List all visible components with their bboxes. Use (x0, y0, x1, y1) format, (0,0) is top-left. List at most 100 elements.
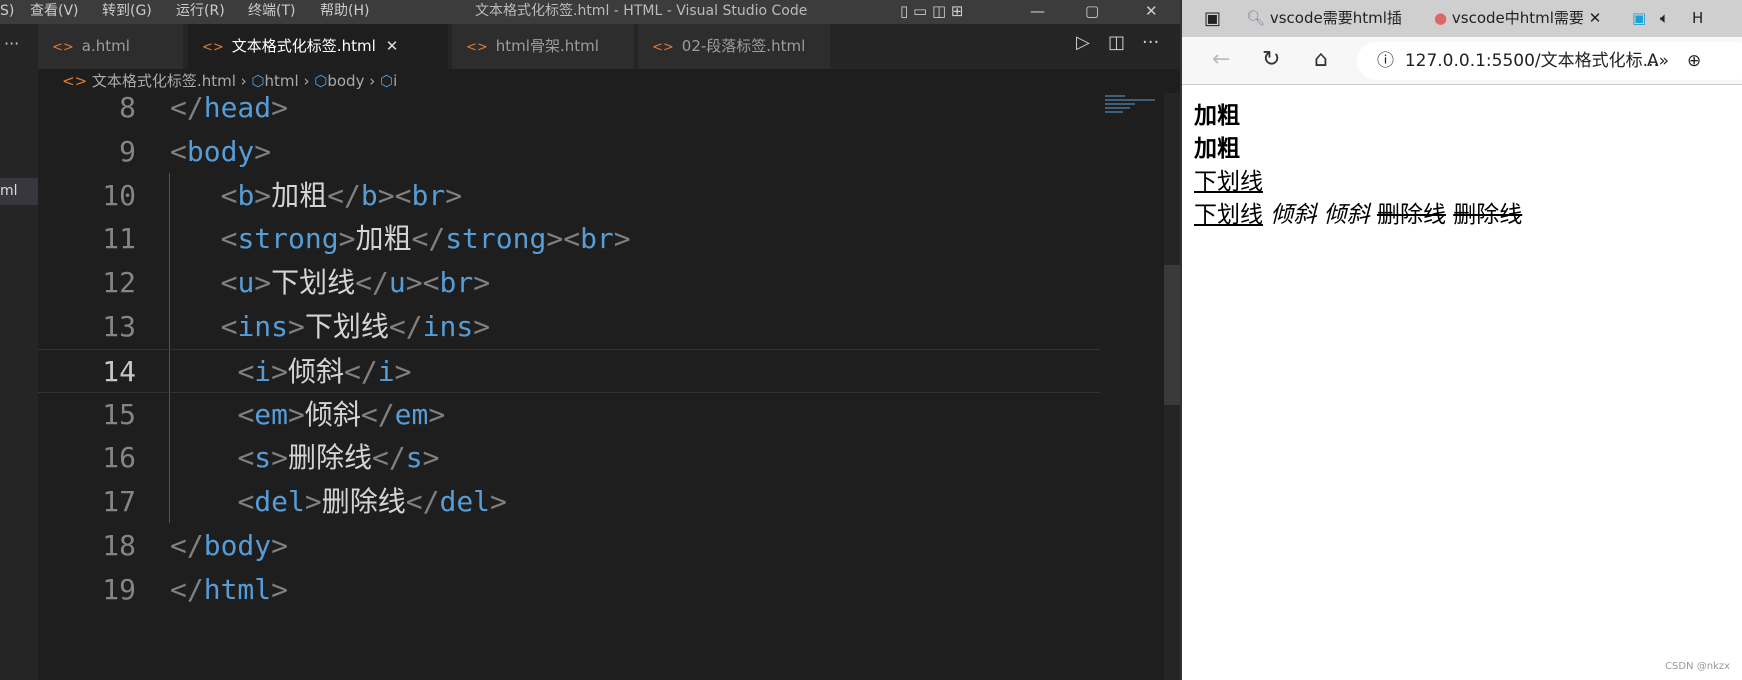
browser-tab-partial[interactable]: H (1692, 0, 1703, 37)
strong-text: 加粗 (1194, 136, 1240, 162)
code-line[interactable]: 18 </body> (38, 524, 1100, 568)
code-line[interactable]: 8 </head> (38, 86, 1100, 130)
code-token-punct: > (271, 572, 289, 606)
code-line[interactable]: 15 <em>倾斜</em> (38, 393, 1100, 437)
url-text: 127.0.0.1:5500/文本格式化标... (1404, 51, 1659, 71)
minimize-icon[interactable]: — (1030, 0, 1045, 22)
refresh-icon[interactable]: ↻ (1262, 47, 1280, 72)
code-content: <b>加粗</b><br> (170, 174, 462, 218)
code-token-punct: > (271, 441, 289, 475)
code-line[interactable]: 13 <ins>下划线</ins> (38, 305, 1100, 349)
menu-help[interactable]: 帮助(H) (320, 0, 369, 22)
menu-view[interactable]: 查看(V) (30, 0, 79, 22)
read-aloud-icon[interactable]: A» (1647, 42, 1669, 80)
code-line[interactable]: 19 </html> (38, 568, 1100, 612)
code-content: </html> (170, 568, 288, 612)
split-editor-icon[interactable]: ◫ (1108, 32, 1125, 53)
code-token-punct: < (170, 134, 187, 168)
tab-label: a.html (81, 37, 130, 55)
tab-label: 文本格式化标签.html (231, 37, 376, 55)
line-number: 8 (119, 91, 136, 124)
code-token-punct: > (288, 397, 305, 431)
site-icon: ● (1434, 9, 1448, 27)
code-token-tag: br (580, 222, 614, 256)
more-actions-icon[interactable]: ··· (1142, 32, 1159, 53)
code-token-punct: < (220, 266, 238, 300)
code-token-punct: > (445, 178, 463, 212)
close-tab-icon[interactable]: ✕ (386, 37, 399, 55)
code-content: </head> (170, 86, 288, 130)
code-token-text: 下划线 (271, 266, 356, 300)
tab-html-skeleton[interactable]: <> html骨架.html (452, 24, 634, 69)
code-line[interactable]: 11 <strong>加粗</strong><br> (38, 217, 1100, 261)
home-icon[interactable]: ⌂ (1314, 47, 1328, 72)
code-token-punct: > (338, 222, 356, 256)
code-token-punct: > (490, 485, 507, 519)
code-line[interactable]: 16 <s>删除线</s> (38, 436, 1100, 480)
code-token-tag: ins (422, 310, 474, 343)
html-file-icon: <> (52, 40, 74, 55)
bold-text: 加粗 (1194, 103, 1240, 129)
del-text: 删除线 (1453, 202, 1523, 228)
code-line[interactable]: 14 <i>倾斜</i> (38, 348, 1100, 393)
code-content: </body> (170, 524, 288, 568)
code-token-tag: u (388, 266, 406, 300)
menu-terminal[interactable]: 终端(T) (248, 0, 295, 22)
code-token-tag: body (186, 134, 255, 168)
close-tab-icon[interactable]: ✕ (1589, 9, 1602, 27)
code-token-text: 倾斜 (288, 354, 345, 388)
html-file-icon: <> (466, 40, 488, 55)
code-line[interactable]: 9 <body> (38, 130, 1100, 174)
code-content: <u>下划线</u><br> (170, 261, 490, 305)
url-input[interactable]: ⓘ 127.0.0.1:5500/文本格式化标... A» ⊕ (1357, 42, 1742, 80)
code-token-punct: >< (405, 266, 440, 300)
explorer-item[interactable]: ml (0, 178, 38, 205)
code-token-tag: br (439, 266, 474, 300)
browser-window: ▣ 🔍︎ vscode需要html插 ✕ ● vscode中html需要 ✕ ▣… (1180, 0, 1742, 680)
layout-icons[interactable]: ▯ ▭ ◫ ⊞ (900, 0, 963, 22)
more-icon[interactable]: ··· (0, 24, 38, 63)
back-icon[interactable]: ← (1212, 47, 1230, 72)
code-line[interactable]: 10 <b>加粗</b><br> (38, 174, 1100, 218)
menu-selection[interactable]: S) (0, 0, 14, 22)
line-number: 9 (119, 134, 136, 168)
zoom-icon[interactable]: ⊕ (1687, 42, 1701, 80)
tab-paragraph-tags[interactable]: <> 02-段落标签.html (638, 24, 830, 69)
code-token-punct: >< (377, 178, 412, 212)
code-token-text: 下划线 (304, 310, 389, 343)
maximize-icon[interactable]: ▢ (1085, 0, 1099, 22)
scrollbar-thumb[interactable] (1164, 265, 1180, 405)
code-token-tag: em (394, 397, 429, 431)
code-token-text: 删除线 (288, 441, 373, 475)
tab-a-html[interactable]: <> a.html (38, 24, 183, 69)
vscode-window: S) 查看(V) 转到(G) 运行(R) 终端(T) 帮助(H) 文本格式化标签… (0, 0, 1180, 680)
code-token-punct: < (220, 310, 238, 343)
code-token-punct: </ (405, 485, 440, 519)
run-icon[interactable]: ▷ (1076, 32, 1090, 53)
code-token-punct: < (220, 222, 238, 256)
menu-go[interactable]: 转到(G) (102, 0, 152, 22)
code-token-text: 加粗 (271, 178, 328, 212)
speaker-icon[interactable]: 🔈︎ (1660, 0, 1669, 37)
code-line[interactable]: 12 <u>下划线</u><br> (38, 261, 1100, 305)
tab-actions-icon[interactable]: ▣ (1204, 0, 1221, 37)
code-line[interactable]: 17 <del>删除线</del> (38, 480, 1100, 524)
code-token-punct: </ (388, 310, 423, 343)
line-number: 14 (102, 354, 136, 388)
code-token-punct: </ (355, 266, 389, 300)
code-token-punct: < (237, 397, 255, 431)
browser-tab-page[interactable]: ● vscode中html需要 ✕ (1434, 0, 1604, 37)
code-editor[interactable]: 8 </head> 9 <body> 10 <b>加粗</b><br> 11 <stron… (38, 91, 1100, 680)
tab-label: html骨架.html (495, 37, 599, 55)
tab-text-format-html[interactable]: <> 文本格式化标签.html ✕ (188, 24, 448, 69)
code-token-tag: i (254, 354, 272, 388)
code-token-punct: > (304, 485, 322, 519)
code-token-punct: </ (170, 529, 204, 562)
code-token-punct: > (288, 310, 305, 343)
close-icon[interactable]: ✕ (1145, 0, 1158, 22)
menu-run[interactable]: 运行(R) (176, 0, 225, 22)
minimap[interactable] (1105, 93, 1160, 133)
